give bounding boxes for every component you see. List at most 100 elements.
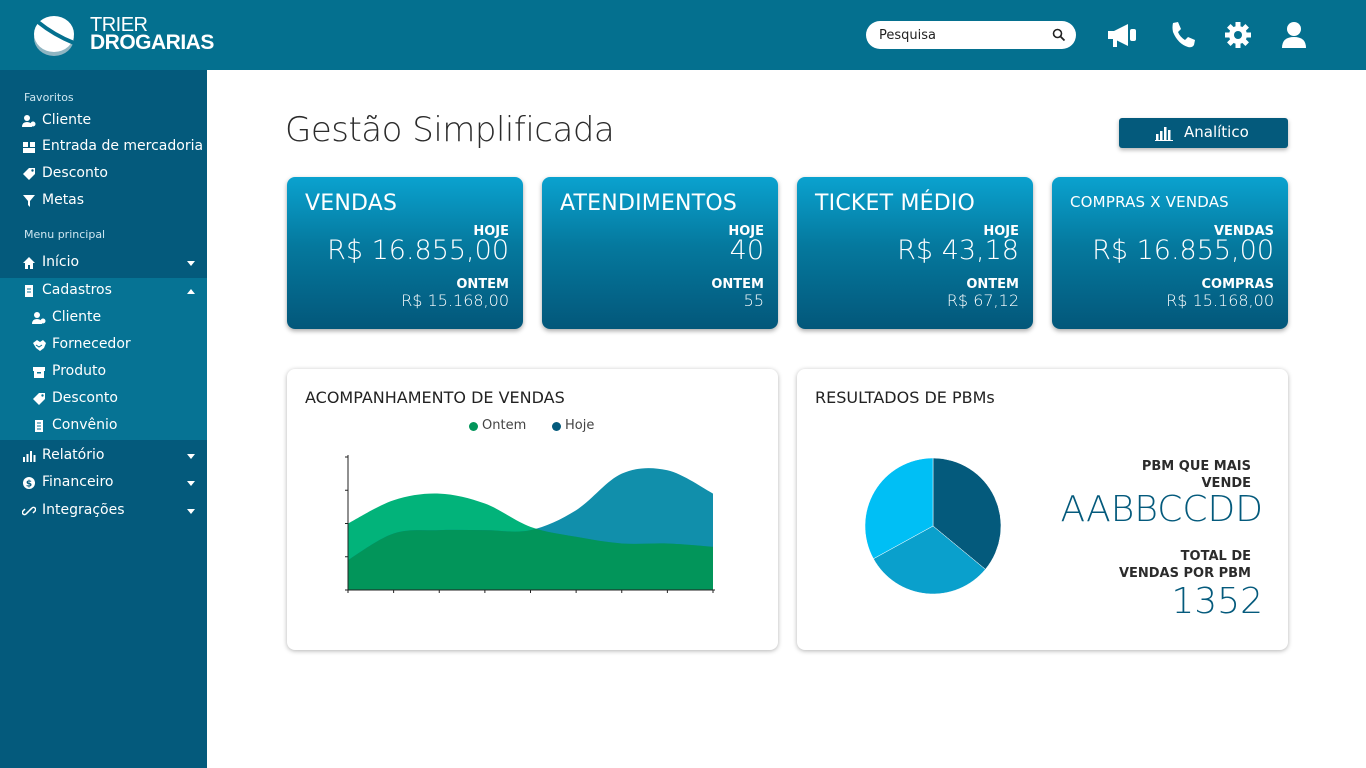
sidebar-item-integracoes[interactable]: Integrações: [0, 498, 207, 525]
logo-text-line2: DROGARIAS: [90, 31, 214, 54]
sidebar-item-label: Desconto: [52, 390, 118, 406]
legend-label: Hoje: [565, 418, 595, 433]
sidebar-item-label: Entrada de mercadoria: [42, 138, 204, 154]
chevron-down-icon: [187, 454, 195, 459]
sidebar-item-label: Desconto: [42, 165, 108, 181]
sidebar-item-fav-entrada[interactable]: Entrada de mercadoria: [0, 134, 207, 161]
legend-label: Ontem: [482, 418, 527, 433]
search-icon[interactable]: [1052, 28, 1066, 42]
sidebar-item-label: Financeiro: [42, 474, 114, 490]
megaphone-icon[interactable]: [1106, 20, 1138, 50]
sidebar-item-fav-metas[interactable]: Metas: [0, 188, 207, 215]
page-title: Gestão Simplificada: [285, 110, 615, 150]
analitico-button[interactable]: Analítico: [1119, 118, 1288, 148]
legend-swatch: [469, 422, 478, 431]
sidebar-subitem-desconto[interactable]: Desconto: [0, 386, 207, 413]
kpi-value-secondary: R$ 15.168,00: [401, 291, 509, 310]
pbm-total-label-line2: VENDAS POR PBM: [1118, 566, 1251, 581]
tag-icon: [33, 393, 45, 405]
file-icon: [25, 285, 33, 297]
sidebar-subitem-produto[interactable]: Produto: [0, 359, 207, 386]
kpi-value-primary: R$ 16.855,00: [1092, 235, 1274, 266]
sales-tracking-panel: ACOMPANHAMENTO DE VENDAS Ontem Hoje: [287, 369, 778, 650]
sidebar-item-relatorio[interactable]: Relatório: [0, 443, 207, 470]
chevron-up-icon: [187, 289, 195, 294]
handshake-icon: [33, 340, 46, 351]
kpi-title: COMPRAS X VENDAS: [1070, 193, 1229, 211]
kpi-card-ticket-medio[interactable]: TICKET MÉDIO HOJE R$ 43,18 ONTEM R$ 67,1…: [797, 177, 1033, 329]
filter-icon: [23, 195, 35, 207]
pbm-top-label-line1: PBM QUE MAIS: [1141, 459, 1251, 474]
pbm-top-value: AABBCCDD: [1060, 489, 1263, 530]
home-icon: [23, 257, 35, 269]
kpi-label-secondary: ONTEM: [456, 277, 509, 292]
search-box[interactable]: [866, 21, 1076, 49]
bar-chart-icon: [23, 451, 36, 462]
search-input[interactable]: [879, 25, 1049, 45]
kpi-card-vendas[interactable]: VENDAS HOJE R$ 16.855,00 ONTEM R$ 15.168…: [287, 177, 523, 329]
top-bar: TRIER DROGARIAS: [0, 0, 1366, 70]
user-icon: [22, 115, 36, 127]
sidebar-subitem-convenio[interactable]: Convênio: [0, 413, 207, 440]
sidebar-item-label: Relatório: [42, 447, 105, 463]
boxes-icon: [23, 142, 35, 153]
sidebar-item-label: Início: [42, 254, 80, 270]
sidebar-item-label: Produto: [52, 363, 107, 379]
logo[interactable]: TRIER DROGARIAS: [30, 11, 214, 59]
kpi-title: ATENDIMENTOS: [560, 191, 738, 216]
kpi-label-secondary: ONTEM: [966, 277, 1019, 292]
analitico-button-label: Analítico: [1184, 123, 1249, 141]
kpi-value-secondary: R$ 15.168,00: [1166, 291, 1274, 310]
sidebar-item-label: Cliente: [52, 309, 102, 325]
pbm-total-label-line1: TOTAL DE: [1180, 549, 1251, 564]
main-menu-label: Menu principal: [24, 228, 106, 241]
sidebar-item-financeiro[interactable]: $ Financeiro: [0, 470, 207, 497]
gear-icon[interactable]: [1222, 20, 1254, 50]
dollar-icon: $: [23, 477, 35, 490]
box-icon: [33, 367, 45, 378]
kpi-value-secondary: R$ 67,12: [946, 291, 1019, 310]
kpi-label-secondary: COMPRAS: [1201, 277, 1275, 292]
sidebar-item-label: Integrações: [42, 502, 125, 518]
kpi-value-primary: R$ 43,18: [897, 235, 1019, 266]
sidebar-item-fav-desconto[interactable]: Desconto: [0, 161, 207, 188]
kpi-title: TICKET MÉDIO: [815, 191, 976, 216]
sidebar-item-label: Cadastros: [42, 282, 112, 298]
kpi-value-primary: 40: [729, 235, 764, 266]
link-icon: [22, 506, 36, 516]
bar-chart-icon: [1155, 127, 1173, 141]
chevron-down-icon: [187, 261, 195, 266]
user-icon: [32, 312, 46, 324]
pbm-total-value: 1352: [1171, 581, 1263, 622]
sidebar-item-inicio[interactable]: Início: [0, 250, 207, 277]
sidebar-subitem-fornecedor[interactable]: Fornecedor: [0, 332, 207, 359]
document-icon: [35, 420, 43, 432]
kpi-card-atendimentos[interactable]: ATENDIMENTOS HOJE 40 ONTEM 55: [542, 177, 778, 329]
sales-area-chart: [345, 455, 715, 593]
sidebar-subitem-cliente[interactable]: Cliente: [0, 305, 207, 332]
pbm-results-panel: RESULTADOS DE PBMs PBM QUE MAIS VENDE AA…: [797, 369, 1288, 650]
svg-text:$: $: [26, 480, 32, 490]
logo-icon: [34, 16, 75, 56]
sidebar-item-cadastros[interactable]: Cadastros: [0, 278, 207, 305]
sidebar-item-label: Fornecedor: [52, 336, 131, 352]
sidebar-item-fav-cliente[interactable]: Cliente: [0, 108, 207, 135]
phone-icon[interactable]: [1166, 20, 1198, 50]
tag-icon: [23, 168, 35, 180]
pbm-total-label: TOTAL DE VENDAS POR PBM: [1119, 548, 1251, 582]
sidebar-item-label: Cliente: [42, 112, 92, 128]
chevron-down-icon: [187, 509, 195, 514]
kpi-card-compras-vendas[interactable]: COMPRAS X VENDAS VENDAS R$ 16.855,00 COM…: [1052, 177, 1288, 329]
sidebar-item-label: Convênio: [52, 417, 118, 433]
kpi-value-primary: R$ 16.855,00: [327, 235, 509, 266]
user-icon[interactable]: [1278, 20, 1310, 50]
panel-title: ACOMPANHAMENTO DE VENDAS: [305, 388, 565, 407]
kpi-title: VENDAS: [305, 191, 398, 216]
chevron-down-icon: [187, 481, 195, 486]
pbm-top-label: PBM QUE MAIS VENDE: [1142, 458, 1251, 492]
sidebar-item-label: Metas: [42, 192, 85, 208]
panel-title: RESULTADOS DE PBMs: [815, 388, 995, 407]
kpi-label-secondary: ONTEM: [711, 277, 764, 292]
pbm-pie-chart: [864, 457, 1002, 595]
kpi-value-secondary: 55: [743, 291, 764, 310]
